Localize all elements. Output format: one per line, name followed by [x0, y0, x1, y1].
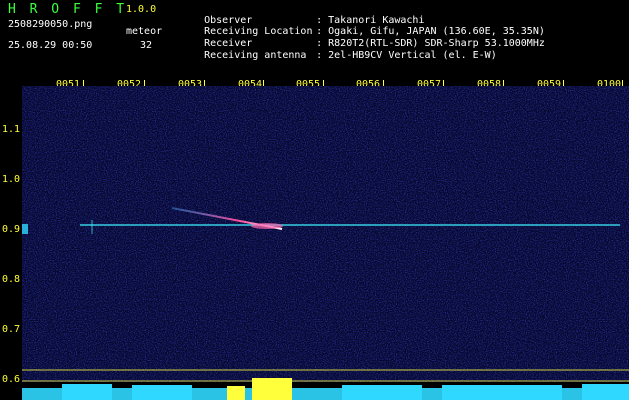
spectrogram-view — [22, 86, 629, 382]
meteor-label: meteor — [126, 26, 163, 37]
frequency-tick: 0.8 — [2, 274, 21, 285]
level-bar — [582, 384, 629, 400]
time-axis: 0051 0052 0053 0054 0055 0056 0057 0058 … — [0, 72, 629, 90]
frequency-tick: 1.1 — [2, 124, 21, 135]
app-title: H R O F F T — [8, 2, 128, 17]
carrier-edge-glow — [22, 224, 28, 234]
frequency-tick: 0.9 — [2, 224, 21, 235]
app-version: 1.0.0 — [126, 4, 157, 15]
meteor-level-peak — [252, 378, 292, 400]
info-antenna: Receiving antenna : 2el-HB9CV Vertical (e… — [180, 41, 497, 71]
level-bar — [442, 385, 562, 400]
date-time: 25.08.29 00:50 — [8, 40, 93, 51]
level-bar — [342, 385, 422, 400]
header-panel: H R O F F T 1.0.0 2508290050.png meteor … — [0, 0, 629, 72]
frequency-tick: 0.7 — [2, 324, 21, 335]
frequency-tick: 1.0 — [2, 174, 21, 185]
noise-texture — [22, 86, 629, 382]
signal-level-strip — [22, 378, 629, 400]
meteor-head-echo — [251, 223, 283, 229]
file-name: 2508290050.png — [8, 19, 93, 30]
level-bar — [62, 384, 112, 400]
level-bar — [227, 386, 245, 400]
info-key: Receiving antenna — [204, 50, 307, 61]
frequency-tick: 0.6 — [2, 374, 21, 385]
level-bar — [132, 385, 192, 400]
info-value: : 2el-HB9CV Vertical (el. E-W) — [316, 50, 497, 61]
meteor-count: 32 — [140, 40, 153, 51]
